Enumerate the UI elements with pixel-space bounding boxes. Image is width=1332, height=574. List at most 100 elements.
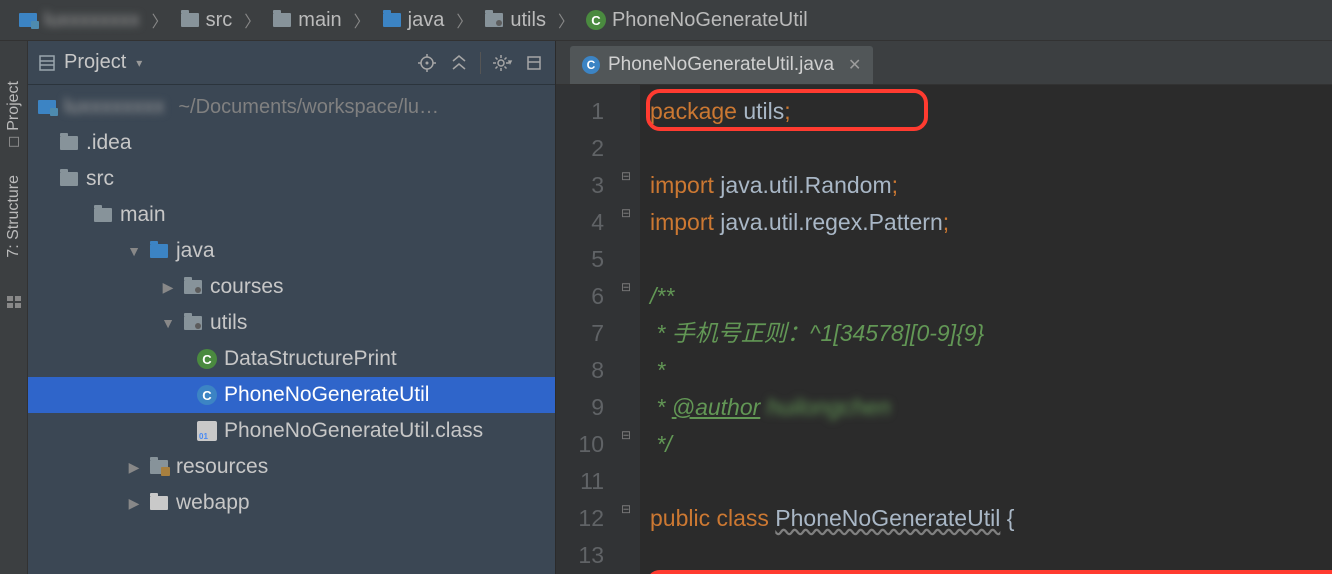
- code-comment: *: [650, 357, 665, 383]
- chevron-right-icon: 〉: [556, 8, 576, 32]
- code-token: public: [650, 505, 710, 531]
- tool-tab-project[interactable]: Project: [5, 81, 23, 147]
- tree-label: webapp: [176, 491, 250, 515]
- code-doc-tag: @author: [672, 394, 761, 420]
- fold-open-icon[interactable]: ⊟: [619, 280, 633, 294]
- tree-phonenogenerateutil[interactable]: C PhoneNoGenerateUtil: [28, 377, 555, 413]
- expander-closed-icon[interactable]: ▶: [126, 459, 142, 476]
- resources-folder-icon: [148, 456, 170, 478]
- crumb-module-label: luxxxxxxxx: [44, 9, 140, 32]
- line-number: 4: [556, 204, 604, 241]
- crumb-main[interactable]: main: [266, 6, 347, 34]
- line-number: 3: [556, 167, 604, 204]
- classfile-icon: [196, 420, 218, 442]
- line-number: 1: [556, 93, 604, 130]
- folder-icon: [180, 10, 200, 30]
- hide-button[interactable]: [523, 52, 545, 74]
- line-number: 7: [556, 315, 604, 352]
- close-icon[interactable]: ✕: [848, 55, 861, 75]
- crumb-label: src: [206, 9, 233, 32]
- folder-icon: [58, 168, 80, 190]
- package-icon: [182, 312, 204, 334]
- source-folder-icon: [382, 10, 402, 30]
- tree-idea[interactable]: .idea: [28, 125, 555, 161]
- locate-button[interactable]: [416, 52, 438, 74]
- project-tool-icon: [9, 137, 19, 147]
- project-view-selector[interactable]: Project ▾: [38, 51, 142, 74]
- line-number: 2: [556, 130, 604, 167]
- line-number: 9: [556, 389, 604, 426]
- crumb-module[interactable]: luxxxxxxxx: [12, 6, 146, 34]
- editor-tab-label: PhoneNoGenerateUtil.java: [608, 54, 834, 76]
- expander-open-icon[interactable]: ▼: [126, 243, 142, 259]
- ide-root: luxxxxxxxx 〉 src 〉 main 〉 java 〉 utils 〉…: [0, 0, 1332, 574]
- tree-webapp[interactable]: ▶ webapp: [28, 485, 555, 521]
- class-icon: C: [196, 384, 218, 406]
- tree-src[interactable]: src: [28, 161, 555, 197]
- tree-main[interactable]: main: [28, 197, 555, 233]
- tree-label: courses: [210, 275, 284, 299]
- code-classname: PhoneNoGenerateUtil: [775, 505, 1000, 531]
- crumb-label: utils: [510, 9, 546, 32]
- tree-phonenogenerateutil-class[interactable]: PhoneNoGenerateUtil.class: [28, 413, 555, 449]
- fold-open-icon[interactable]: ⊟: [619, 206, 633, 220]
- chevron-right-icon: 〉: [352, 8, 372, 32]
- tree-java[interactable]: ▼ java: [28, 233, 555, 269]
- code-comment: */: [650, 431, 672, 457]
- fold-open-icon[interactable]: ⊟: [619, 502, 633, 516]
- tree-utils[interactable]: ▼ utils: [28, 305, 555, 341]
- collapse-all-button[interactable]: [448, 52, 470, 74]
- class-icon: C: [196, 348, 218, 370]
- code-token: class: [717, 505, 769, 531]
- project-panel-header: Project ▾ ▾: [28, 41, 555, 85]
- source-folder-icon: [148, 240, 170, 262]
- folder-icon: [58, 132, 80, 154]
- expander-open-icon[interactable]: ▼: [160, 315, 176, 331]
- tree-label: java: [176, 239, 215, 263]
- breadcrumb-bar: luxxxxxxxx 〉 src 〉 main 〉 java 〉 utils 〉…: [0, 0, 1332, 41]
- expander-closed-icon[interactable]: ▶: [160, 279, 176, 296]
- tree-root-path: ~/Documents/workspace/lu…: [178, 96, 439, 119]
- tree-label: PhoneNoGenerateUtil.class: [224, 419, 483, 443]
- tool-tab-label: Project: [5, 81, 23, 131]
- code-author: huilongchen: [767, 394, 891, 420]
- class-icon: C: [582, 56, 600, 74]
- tree-label: src: [86, 167, 114, 191]
- chevron-right-icon: 〉: [454, 8, 474, 32]
- tree-resources[interactable]: ▶ resources: [28, 449, 555, 485]
- code-token: {: [1007, 505, 1015, 531]
- crumb-label: PhoneNoGenerateUtil: [612, 9, 808, 32]
- folder-icon: [92, 204, 114, 226]
- editor-area: C PhoneNoGenerateUtil.java ✕ 1 2 3 4 5 6…: [556, 41, 1332, 574]
- tool-tab-structure[interactable]: 7: Structure: [5, 175, 23, 258]
- editor-body[interactable]: 1 2 3 4 5 6 7 8 9 10 11 12 13 ⊟ ⊟: [556, 85, 1332, 574]
- project-tree[interactable]: luxxxxxxxx ~/Documents/workspace/lu… .id…: [28, 85, 555, 574]
- fold-close-icon[interactable]: ⊟: [619, 428, 633, 442]
- code-comment: *: [650, 394, 672, 420]
- code-area[interactable]: package utils; import java.util.Random; …: [640, 85, 1332, 574]
- left-tool-bar: Project 7: Structure: [0, 41, 28, 574]
- tree-root[interactable]: luxxxxxxxx ~/Documents/workspace/lu…: [28, 89, 555, 125]
- code-token: java.util.Random: [720, 172, 891, 198]
- code-token: import: [650, 209, 714, 235]
- expander-closed-icon[interactable]: ▶: [126, 495, 142, 512]
- main-area: Project 7: Structure Project ▾ ▾: [0, 41, 1332, 574]
- tree-label: PhoneNoGenerateUtil: [224, 383, 429, 407]
- tree-datastructureprint[interactable]: C DataStructurePrint: [28, 341, 555, 377]
- line-number: 5: [556, 241, 604, 278]
- project-panel-title: Project: [64, 51, 126, 74]
- crumb-java[interactable]: java: [376, 6, 451, 34]
- tree-label: main: [120, 203, 166, 227]
- tree-label: DataStructurePrint: [224, 347, 397, 371]
- tree-label: .idea: [86, 131, 132, 155]
- tree-courses[interactable]: ▶ courses: [28, 269, 555, 305]
- crumb-class[interactable]: C PhoneNoGenerateUtil: [580, 6, 814, 34]
- project-view-icon: [38, 54, 56, 72]
- fold-open-icon[interactable]: ⊟: [619, 169, 633, 183]
- editor-tab-active[interactable]: C PhoneNoGenerateUtil.java ✕: [570, 46, 873, 84]
- crumb-utils[interactable]: utils: [478, 6, 552, 34]
- crumb-src[interactable]: src: [174, 6, 239, 34]
- class-icon: C: [586, 10, 606, 30]
- settings-button[interactable]: ▾: [491, 52, 513, 74]
- editor-tabs: C PhoneNoGenerateUtil.java ✕: [556, 41, 1332, 85]
